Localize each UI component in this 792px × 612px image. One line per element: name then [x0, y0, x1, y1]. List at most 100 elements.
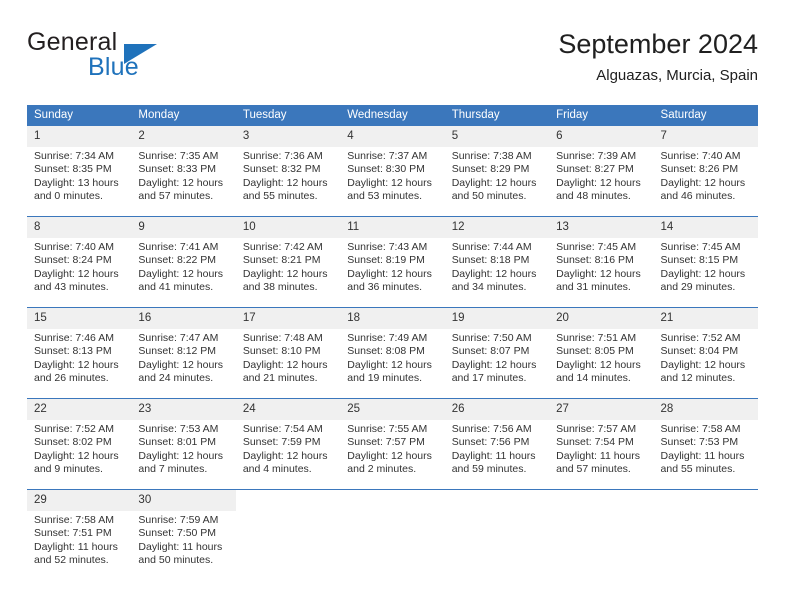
- weekday-header-sunday: Sunday: [27, 105, 132, 126]
- day-cell[interactable]: 18 Sunrise: 7:49 AM Sunset: 8:08 PM Dayligh…: [340, 308, 445, 398]
- day-details: Sunrise: 7:58 AM Sunset: 7:51 PM Daylight:…: [27, 511, 131, 567]
- day-cell[interactable]: 2 Sunrise: 7:35 AM Sunset: 8:33 PM Daylight…: [131, 126, 236, 216]
- day-number: 13: [549, 217, 654, 238]
- weekday-header-thursday: Thursday: [444, 105, 550, 126]
- day-details: [549, 511, 653, 514]
- day-cell-empty: [549, 490, 653, 580]
- day-cell[interactable]: 3 Sunrise: 7:36 AM Sunset: 8:32 PM Daylight…: [235, 126, 341, 216]
- sunrise-text: Sunrise: 7:37 AM: [347, 150, 428, 162]
- sunset-text: Sunset: 8:12 PM: [138, 345, 217, 358]
- calendar-table: Sunday Monday Tuesday Wednesday Thursday…: [27, 105, 758, 580]
- day-cell[interactable]: 10 Sunrise: 7:42 AM Sunset: 8:21 PM Dayligh…: [235, 217, 341, 307]
- calendar-cell: 21 Sunrise: 7:52 AM Sunset: 8:04 PM Dayligh…: [653, 307, 758, 399]
- day-cell[interactable]: 12 Sunrise: 7:44 AM Sunset: 8:18 PM Dayligh…: [444, 217, 550, 307]
- day-cell[interactable]: 29 Sunrise: 7:58 AM Sunset: 7:51 PM Dayligh…: [27, 490, 132, 580]
- day-details: Sunrise: 7:53 AM Sunset: 8:01 PM Daylight:…: [131, 420, 235, 476]
- sunset-text: Sunset: 8:29 PM: [451, 163, 530, 176]
- calendar-cell: 10 Sunrise: 7:42 AM Sunset: 8:21 PM Dayligh…: [235, 216, 341, 308]
- day-number: [549, 490, 653, 511]
- day-cell[interactable]: 19 Sunrise: 7:50 AM Sunset: 8:07 PM Dayligh…: [444, 308, 550, 398]
- day-cell[interactable]: 28 Sunrise: 7:58 AM Sunset: 7:53 PM Dayligh…: [653, 399, 758, 489]
- day-cell[interactable]: 5 Sunrise: 7:38 AM Sunset: 8:29 PM Daylight…: [444, 126, 550, 216]
- day-cell[interactable]: 26 Sunrise: 7:56 AM Sunset: 7:56 PM Dayligh…: [444, 399, 550, 489]
- day-details: Sunrise: 7:49 AM Sunset: 8:08 PM Daylight:…: [340, 329, 444, 385]
- day-number: 1: [27, 126, 132, 147]
- day-cell[interactable]: 6 Sunrise: 7:39 AM Sunset: 8:27 PM Daylight…: [549, 126, 654, 216]
- daylight-text-line1: Daylight: 12 hours: [556, 267, 641, 280]
- calendar-cell: 5 Sunrise: 7:38 AM Sunset: 8:29 PM Daylight…: [444, 126, 550, 217]
- calendar-cell: [235, 489, 341, 580]
- calendar-cell: 23 Sunrise: 7:53 AM Sunset: 8:01 PM Dayligh…: [131, 398, 236, 490]
- calendar-cell: 16 Sunrise: 7:47 AM Sunset: 8:12 PM Dayligh…: [131, 307, 236, 399]
- day-cell[interactable]: 14 Sunrise: 7:45 AM Sunset: 8:15 PM Dayligh…: [653, 217, 758, 307]
- sunrise-text: Sunrise: 7:40 AM: [660, 150, 741, 162]
- day-cell[interactable]: 25 Sunrise: 7:55 AM Sunset: 7:57 PM Dayligh…: [340, 399, 445, 489]
- calendar-cell: [444, 489, 550, 580]
- calendar-week-row: 8 Sunrise: 7:40 AM Sunset: 8:24 PM Daylight…: [27, 216, 758, 308]
- day-number: 25: [340, 399, 445, 420]
- day-cell[interactable]: 13 Sunrise: 7:45 AM Sunset: 8:16 PM Dayligh…: [549, 217, 654, 307]
- sunset-text: Sunset: 7:51 PM: [34, 527, 112, 540]
- day-number: 23: [131, 399, 236, 420]
- day-cell[interactable]: 23 Sunrise: 7:53 AM Sunset: 8:01 PM Dayligh…: [131, 399, 236, 489]
- day-cell[interactable]: 8 Sunrise: 7:40 AM Sunset: 8:24 PM Daylight…: [27, 217, 132, 307]
- daylight-text-line1: Daylight: 12 hours: [138, 176, 224, 189]
- sunrise-text: Sunrise: 7:52 AM: [660, 332, 741, 344]
- day-cell[interactable]: 30 Sunrise: 7:59 AM Sunset: 7:50 PM Dayligh…: [131, 490, 236, 580]
- daylight-text-line1: Daylight: 12 hours: [34, 358, 119, 371]
- day-details: Sunrise: 7:56 AM Sunset: 7:56 PM Daylight:…: [445, 420, 549, 476]
- day-details: Sunrise: 7:52 AM Sunset: 8:04 PM Daylight:…: [654, 329, 758, 385]
- daylight-text-line1: Daylight: 12 hours: [347, 449, 432, 462]
- day-cell[interactable]: 16 Sunrise: 7:47 AM Sunset: 8:12 PM Dayligh…: [131, 308, 236, 398]
- daylight-text-line2: and 57 minutes.: [138, 189, 214, 202]
- sunrise-text: Sunrise: 7:38 AM: [451, 150, 532, 162]
- calendar-cell: 14 Sunrise: 7:45 AM Sunset: 8:15 PM Dayligh…: [653, 216, 758, 308]
- day-cell[interactable]: 9 Sunrise: 7:41 AM Sunset: 8:22 PM Daylight…: [131, 217, 236, 307]
- daylight-text-line2: and 0 minutes.: [34, 189, 103, 202]
- sunrise-text: Sunrise: 7:44 AM: [451, 241, 532, 253]
- daylight-text-line2: and 21 minutes.: [242, 371, 318, 384]
- weekday-header-saturday: Saturday: [653, 105, 758, 126]
- brand-logo[interactable]: General Blue: [27, 28, 257, 88]
- day-number: [236, 490, 340, 511]
- day-cell[interactable]: 4 Sunrise: 7:37 AM Sunset: 8:30 PM Daylight…: [340, 126, 445, 216]
- sunrise-text: Sunrise: 7:54 AM: [242, 423, 323, 435]
- day-cell[interactable]: 20 Sunrise: 7:51 AM Sunset: 8:05 PM Dayligh…: [549, 308, 654, 398]
- page-title: September 2024: [558, 29, 758, 59]
- day-cell[interactable]: 11 Sunrise: 7:43 AM Sunset: 8:19 PM Dayligh…: [340, 217, 445, 307]
- calendar-cell: [340, 489, 445, 580]
- title-block: September 2024 Alguazas, Murcia, Spain: [558, 28, 758, 86]
- daylight-text-line1: Daylight: 11 hours: [451, 449, 536, 462]
- sunrise-text: Sunrise: 7:55 AM: [347, 423, 428, 435]
- sunset-text: Sunset: 8:07 PM: [451, 345, 530, 358]
- day-number: 4: [340, 126, 445, 147]
- calendar-cell: 17 Sunrise: 7:48 AM Sunset: 8:10 PM Dayligh…: [235, 307, 341, 399]
- daylight-text-line2: and 7 minutes.: [138, 462, 208, 475]
- daylight-text-line2: and 26 minutes.: [34, 371, 109, 384]
- daylight-text-line2: and 29 minutes.: [660, 280, 736, 293]
- daylight-text-line2: and 55 minutes.: [660, 462, 736, 475]
- daylight-text-line1: Daylight: 12 hours: [660, 176, 746, 189]
- day-cell[interactable]: 17 Sunrise: 7:48 AM Sunset: 8:10 PM Dayligh…: [235, 308, 341, 398]
- weekday-header-monday: Monday: [131, 105, 236, 126]
- day-cell[interactable]: 21 Sunrise: 7:52 AM Sunset: 8:04 PM Dayligh…: [653, 308, 758, 398]
- calendar-cell: 15 Sunrise: 7:46 AM Sunset: 8:13 PM Dayligh…: [27, 307, 132, 399]
- day-number: 30: [131, 490, 236, 511]
- page-header: General Blue September 2024 Alguazas, Mu…: [27, 28, 758, 94]
- day-number: 3: [235, 126, 341, 147]
- day-cell[interactable]: 15 Sunrise: 7:46 AM Sunset: 8:13 PM Dayligh…: [27, 308, 132, 398]
- sunset-text: Sunset: 7:56 PM: [451, 436, 530, 449]
- daylight-text-line1: Daylight: 12 hours: [138, 358, 224, 371]
- day-cell[interactable]: 24 Sunrise: 7:54 AM Sunset: 7:59 PM Dayligh…: [235, 399, 341, 489]
- day-cell[interactable]: 27 Sunrise: 7:57 AM Sunset: 7:54 PM Dayligh…: [549, 399, 654, 489]
- day-cell[interactable]: 1 Sunrise: 7:34 AM Sunset: 8:35 PM Daylight…: [27, 126, 132, 216]
- day-cell[interactable]: 7 Sunrise: 7:40 AM Sunset: 8:26 PM Daylight…: [653, 126, 758, 216]
- daylight-text-line2: and 52 minutes.: [34, 553, 109, 566]
- page-subtitle: Alguazas, Murcia, Spain: [596, 67, 758, 84]
- day-cell[interactable]: 22 Sunrise: 7:52 AM Sunset: 8:02 PM Dayligh…: [27, 399, 132, 489]
- day-cell-empty: [236, 490, 340, 580]
- calendar-cell: 19 Sunrise: 7:50 AM Sunset: 8:07 PM Dayligh…: [444, 307, 550, 399]
- sunset-text: Sunset: 8:05 PM: [556, 345, 634, 358]
- sunset-text: Sunset: 7:53 PM: [660, 436, 739, 449]
- day-details: [340, 511, 444, 514]
